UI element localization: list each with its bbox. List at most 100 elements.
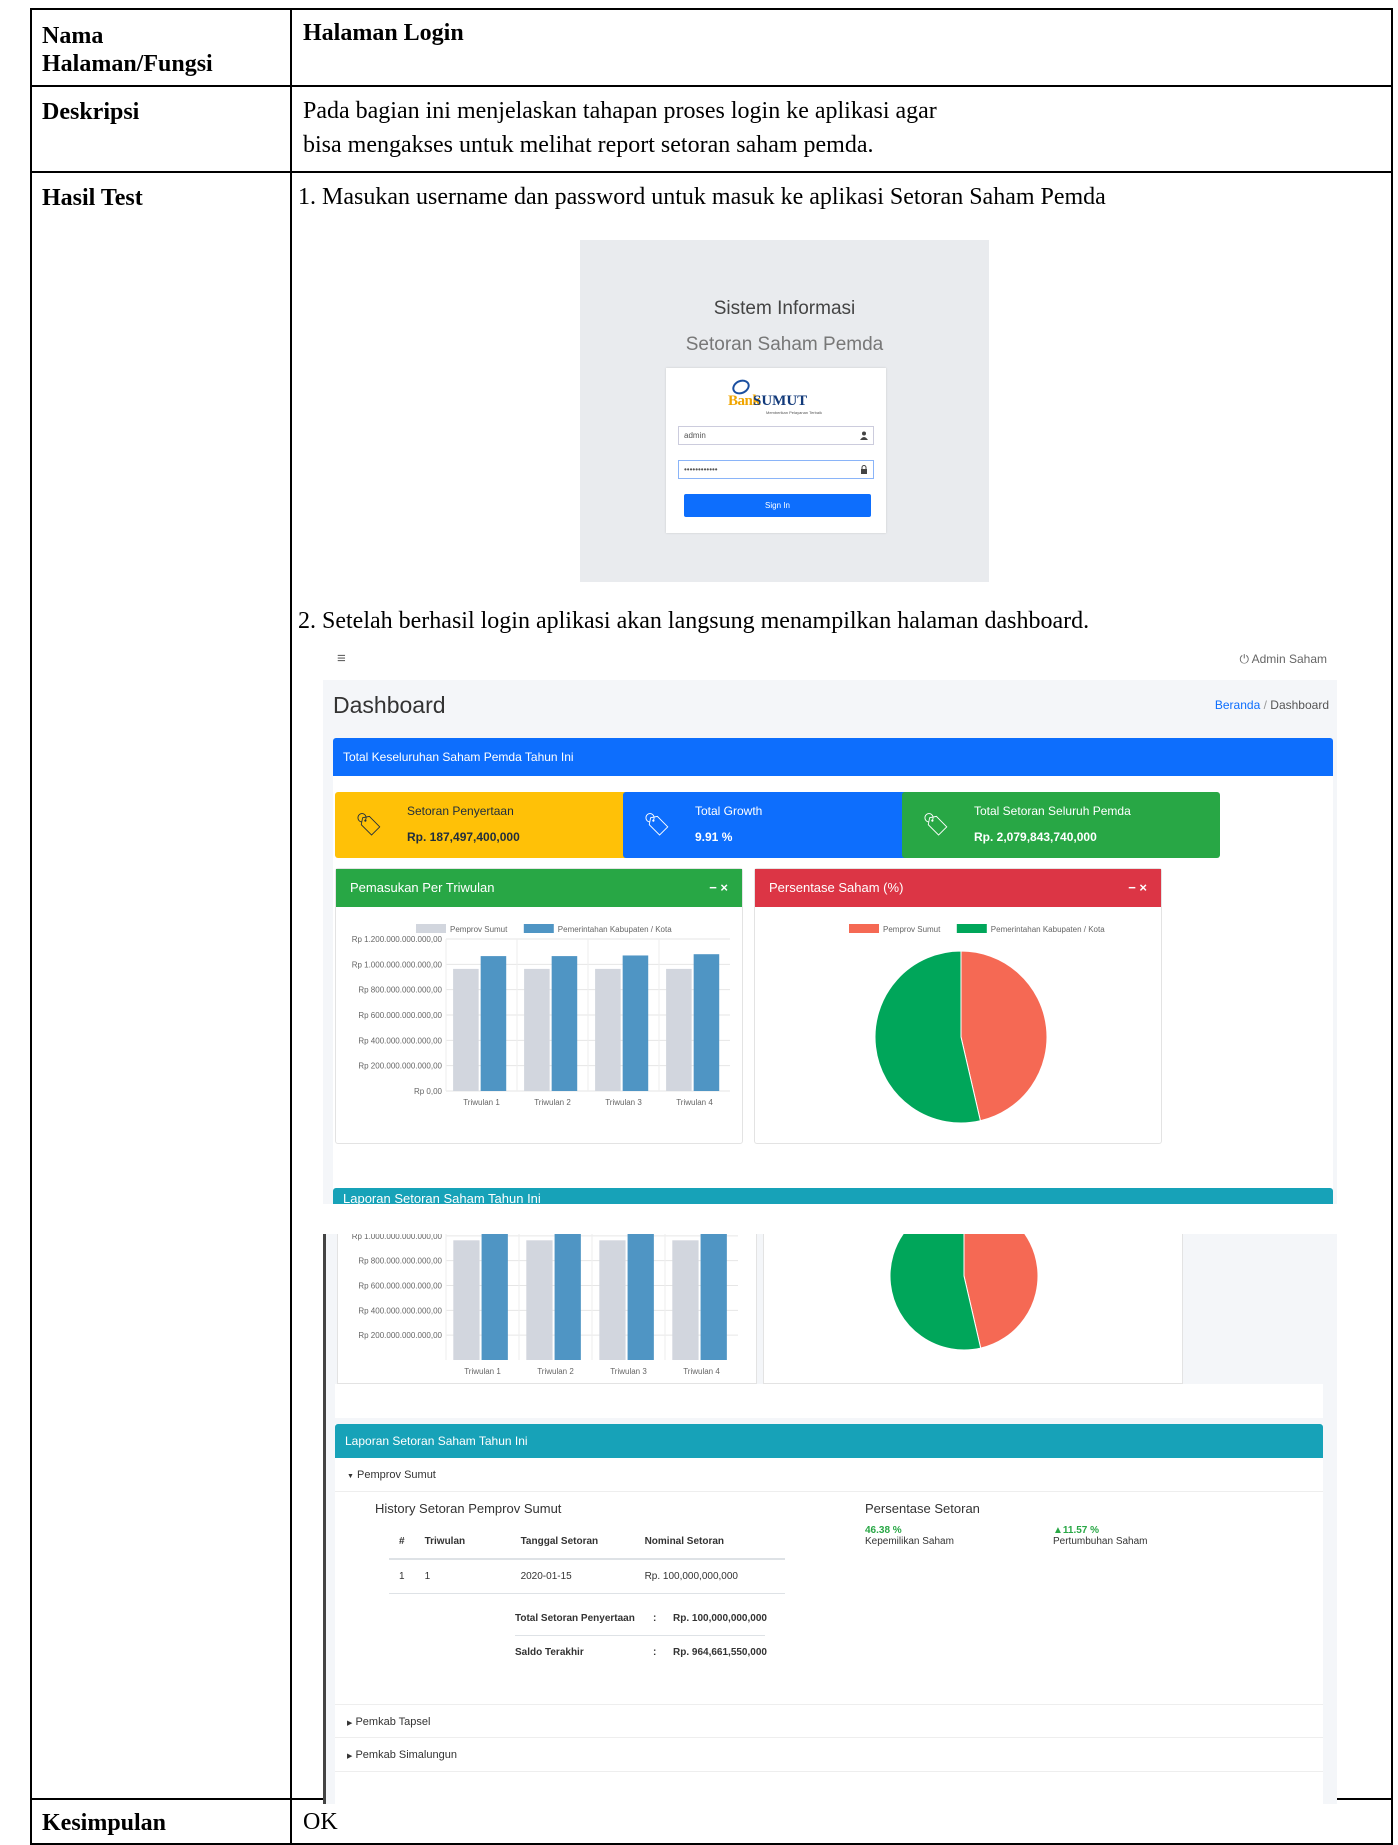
- value-nama-halaman: Halaman Login: [303, 20, 464, 46]
- breadcrumb: Beranda / Dashboard: [1215, 698, 1329, 712]
- total-value: Rp. 100,000,000,000: [673, 1613, 767, 1624]
- report-panel: Laporan Setoran Saham Tahun Ini ▼ Pempro…: [335, 1424, 1323, 1804]
- report-panel-header: Laporan Setoran Saham Tahun Ini: [335, 1424, 1323, 1458]
- dashboard-report-screenshot: Rp 200.000.000.000,00 Rp 400.000.000.000,…: [323, 1234, 1337, 1804]
- box-controls[interactable]: − ×: [709, 869, 728, 907]
- breadcrumb-home[interactable]: Beranda: [1215, 698, 1260, 712]
- bar: [666, 968, 692, 1091]
- logo-tagline: Memberikan Pelayanan Terbaik: [766, 410, 822, 415]
- col-header: #: [389, 1525, 415, 1560]
- pertumbuhan-stat: ▲11.57 % Pertumbuhan Saham: [1053, 1525, 1148, 1547]
- table-border-top: [30, 8, 1393, 10]
- y-tick-label: Rp 800.000.000.000,00: [358, 1257, 442, 1266]
- y-tick-label: Rp 200.000.000.000,00: [358, 1062, 442, 1071]
- summary-panel-header: Total Keseluruhan Saham Pemda Tahun Ini: [333, 738, 1333, 776]
- info-box-value: 9.91 %: [695, 830, 733, 844]
- dashboard-screenshot: ≡ ⏻ Admin Saham Dashboard Beranda / Dash…: [323, 642, 1337, 1204]
- legend-swatch: [523, 924, 554, 933]
- history-table: # Triwulan Tanggal Setoran Nominal Setor…: [389, 1525, 785, 1594]
- password-value: ••••••••••••: [684, 465, 718, 474]
- y-tick-label: Rp 400.000.000.000,00: [358, 1306, 442, 1315]
- user-icon: [860, 427, 868, 446]
- bar: [551, 956, 578, 1091]
- bar-chart-title: Pemasukan Per Triwulan: [350, 880, 495, 895]
- accordion-pemkab-simalungun[interactable]: ▶ Pemkab Simalungun: [335, 1738, 1323, 1772]
- info-box-value: Rp. 2,079,843,740,000: [974, 830, 1097, 844]
- bar: [554, 1234, 581, 1360]
- legend-label: Pemerintahan Kabupaten / Kota: [991, 925, 1105, 934]
- y-tick-label: Rp 600.000.000.000,00: [358, 1011, 442, 1020]
- bar: [627, 1234, 654, 1360]
- x-tick-label: Triwulan 3: [610, 1367, 647, 1376]
- cell: Rp. 100,000,000,000: [634, 1559, 785, 1594]
- history-title: History Setoran Pemprov Sumut: [375, 1501, 562, 1516]
- panel-footer: [335, 1384, 1323, 1418]
- login-title: Sistem Informasi: [713, 298, 856, 319]
- col-header: Triwulan: [414, 1525, 511, 1560]
- password-field[interactable]: ••••••••••••: [678, 460, 874, 479]
- col-header: Nominal Setoran: [634, 1525, 785, 1560]
- caret-right-icon: ▶: [347, 1720, 353, 1727]
- accordion-label: Pemkab Simalungun: [355, 1749, 457, 1761]
- y-tick-label: Rp 1.200.000.000.000,00: [352, 935, 443, 944]
- login-card: Bank SUMUT Memberikan Pelayanan Terbaik …: [666, 368, 886, 533]
- bar: [599, 1240, 626, 1360]
- deskripsi-line-2: bisa mengakses untuk melihat report seto…: [303, 132, 874, 158]
- pie-chart-title: Persentase Saham (%): [769, 880, 904, 895]
- legend-swatch: [416, 924, 446, 933]
- colon: :: [653, 1613, 657, 1624]
- user-menu[interactable]: ⏻ Admin Saham: [1239, 652, 1327, 667]
- accordion-label: Pemkab Tapsel: [355, 1716, 431, 1728]
- info-box-label: Total Setoran Seluruh Pemda: [974, 804, 1131, 818]
- x-tick-label: Triwulan 2: [534, 1098, 571, 1107]
- saldo-value: Rp. 964,661,550,000: [673, 1647, 767, 1658]
- info-box-growth: 🏷 Total Growth 9.91 %: [623, 792, 941, 858]
- bar: [672, 1240, 699, 1360]
- bar-chart-card-cropped: Rp 200.000.000.000,00 Rp 400.000.000.000,…: [337, 1234, 757, 1384]
- info-box-setoran: 🏷 Setoran Penyertaan Rp. 187,497,400,000: [335, 792, 653, 858]
- legend-label: Pemerintahan Kabupaten / Kota: [558, 925, 672, 934]
- power-icon: ⏻: [1239, 652, 1249, 666]
- bar: [524, 968, 550, 1091]
- kepemilikan-stat: 46.38 % Kepemilikan Saham: [865, 1525, 954, 1547]
- step-1-text: 1. Masukan username dan password untuk m…: [298, 184, 1106, 210]
- y-tick-label: Rp 600.000.000.000,00: [358, 1282, 442, 1291]
- bar: [526, 1240, 553, 1360]
- box-controls[interactable]: − ×: [1128, 869, 1147, 907]
- sign-in-button[interactable]: Sign In: [684, 494, 871, 517]
- top-navbar: ≡ ⏻ Admin Saham: [323, 642, 1337, 680]
- bar: [453, 968, 479, 1091]
- label-kesimpulan: Kesimpulan: [42, 1810, 167, 1836]
- bar-chart-cropped: Rp 200.000.000.000,00 Rp 400.000.000.000,…: [352, 1234, 738, 1376]
- bar: [453, 1240, 480, 1360]
- bar: [480, 956, 507, 1091]
- deskripsi-line-1: Pada bagian ini menjelaskan tahapan pros…: [303, 98, 937, 124]
- info-box-label: Total Growth: [695, 804, 763, 818]
- tag-icon: 🏷: [643, 812, 671, 837]
- hamburger-menu-icon[interactable]: ≡: [337, 650, 346, 667]
- y-tick-label: Rp 400.000.000.000,00: [358, 1036, 442, 1045]
- x-tick-label: Triwulan 4: [683, 1367, 720, 1376]
- value-kesimpulan: OK: [303, 1809, 338, 1835]
- kepemilikan-label: Kepemilikan Saham: [865, 1536, 954, 1547]
- login-subtitle: Setoran Saham Pemda: [685, 334, 884, 355]
- row-divider: [30, 171, 1393, 173]
- accordion-pemkab-tapsel[interactable]: ▶ Pemkab Tapsel: [335, 1704, 1323, 1738]
- col-header: Tanggal Setoran: [510, 1525, 635, 1560]
- label-nama-halaman: Nama Halaman/Fungsi: [42, 23, 213, 77]
- info-box-total: 🏷 Total Setoran Seluruh Pemda Rp. 2,079,…: [902, 792, 1220, 858]
- row-divider: [30, 85, 1393, 87]
- pie-chart-cropped: [889, 1234, 1039, 1351]
- bar: [700, 1234, 727, 1360]
- username-field[interactable]: admin: [678, 426, 874, 445]
- info-box-label: Setoran Penyertaan: [407, 804, 514, 818]
- legend-label: Pemprov Sumut: [883, 925, 941, 934]
- tag-icon: 🏷: [355, 812, 383, 837]
- pertumbuhan-label: Pertumbuhan Saham: [1053, 1536, 1148, 1547]
- accordion-label: Pemprov Sumut: [357, 1469, 436, 1481]
- y-tick-label: Rp 1.000.000.000.000,00: [352, 960, 443, 969]
- total-setoran-row: Total Setoran Penyertaan : Rp. 100,000,0…: [515, 1602, 767, 1636]
- logo-sumut-text: SUMUT: [753, 393, 808, 409]
- bar: [481, 1234, 508, 1360]
- accordion-pemprov-sumut[interactable]: ▼ Pemprov Sumut: [335, 1458, 1323, 1492]
